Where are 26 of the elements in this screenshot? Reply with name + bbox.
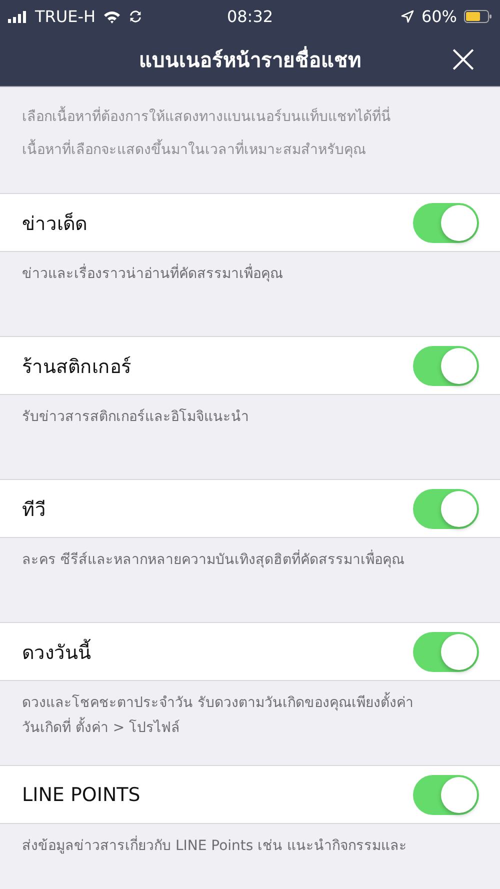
battery-percent: 60% — [421, 7, 457, 26]
toggle-switch[interactable] — [413, 202, 479, 242]
sync-icon — [128, 9, 143, 24]
setting-label: ข่าวเด็ด — [22, 211, 87, 236]
location-icon — [401, 10, 414, 23]
intro-text: เลือกเนื้อหาที่ต้องการให้แสดงทางแบนเนอร์บนแท็บแชทได้ที่นี่ เนื้อหาที่เลือกจะแสดงขึ้นมาในเวลาที่เหมาะสมสำหรับคุณ — [0, 87, 500, 193]
setting-label: ดวงวันนี้ — [22, 636, 91, 666]
setting-label: ทีวี — [22, 498, 46, 522]
setting-description: ส่งข้อมูลข่าวสารเกี่ยวกับ LINE Points เช่น แนะนำกิจกรรมและ — [0, 824, 500, 889]
toggle-switch[interactable] — [413, 488, 479, 528]
setting-description: ข่าวและเรื่องราวน่าอ่านที่คัดสรรมาเพื่อคุณ — [0, 252, 500, 336]
toggle-switch[interactable] — [413, 774, 479, 814]
setting-description: รับข่าวสารสติกเกอร์และอิโมจิแนะนำ — [21, 408, 250, 427]
carrier-name: TRUE-H — [35, 7, 96, 26]
setting-description: ดวงและโชคชะตาประจำวัน รับดวงตามวันเกิดของคุณเพียงตั้งค่า วันเกิดที่ ตั้งค่า > โปรไฟล์ — [0, 681, 500, 765]
setting-label: ร้านสติกเกอร์ — [22, 354, 131, 380]
screen-title: แบนเนอร์หน้ารายชื่อแชท — [139, 45, 361, 74]
clock-time: 08:32 — [226, 7, 274, 26]
toggle-switch[interactable] — [413, 632, 479, 672]
signal-icon — [8, 10, 28, 22]
wifi-icon — [102, 10, 121, 24]
toggle-switch[interactable] — [413, 346, 479, 386]
setting-description: ละคร ซีรีส์และหลากหลายความบันเทิงสุดฮิตที่คัดสรรมาเพื่อคุณ — [0, 538, 500, 622]
setting-label: LINE POINTS — [22, 784, 140, 806]
close-button[interactable]: × — [442, 41, 484, 77]
battery-icon — [464, 10, 492, 23]
